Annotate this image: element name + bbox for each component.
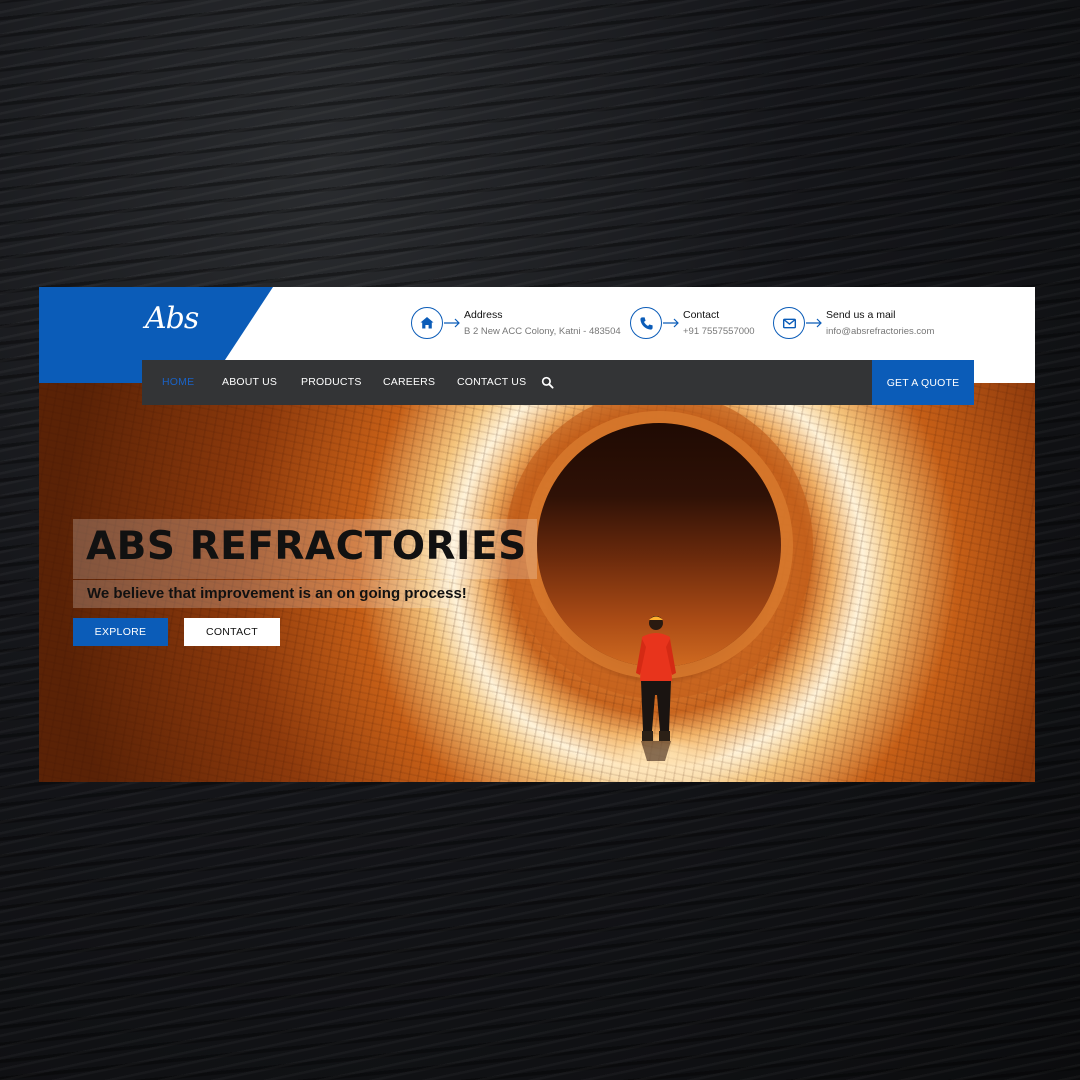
home-icon-circle [411,307,443,339]
envelope-icon-circle [773,307,805,339]
contact-button[interactable]: CONTACT [184,618,280,646]
mail-info: Send us a mail info@absrefractories.com [773,307,934,341]
envelope-icon [782,318,796,328]
contact-info: Contact +91 7557557000 [630,307,755,341]
main-nav: HOME ABOUT US PRODUCTS CAREERS CONTACT U… [142,360,974,405]
phone-icon [639,316,653,330]
arrow-right-icon [806,318,822,328]
contact-title: Contact [683,309,720,321]
address-info: Address B 2 New ACC Colony, Katni - 4835… [411,307,621,341]
website-screenshot: Abs Address B 2 New ACC Colony, Katni - … [39,287,1035,782]
address-value: B 2 New ACC Colony, Katni - 483504 [464,326,621,337]
logo[interactable]: Abs [145,301,199,336]
nav-item-about-us[interactable]: ABOUT US [222,360,277,405]
mail-title: Send us a mail [826,309,896,321]
address-title: Address [464,309,503,321]
worker-figure [636,616,676,761]
contact-value[interactable]: +91 7557557000 [683,325,755,339]
explore-button[interactable]: EXPLORE [73,618,168,646]
arrow-right-icon [444,318,460,328]
get-a-quote-button[interactable]: GET A QUOTE [872,360,974,405]
nav-item-home[interactable]: HOME [162,360,194,405]
hero-title: ABS REFRACTORIES [86,524,527,569]
nav-item-careers[interactable]: CAREERS [383,360,435,405]
hero-banner: ABS REFRACTORIES We believe that improve… [39,383,1035,782]
nav-item-contact-us[interactable]: CONTACT US [457,360,526,405]
arrow-right-icon [663,318,679,328]
search-icon[interactable] [541,376,554,389]
phone-icon-circle [630,307,662,339]
home-icon [420,317,434,329]
hero-subtitle: We believe that improvement is an on goi… [87,585,467,602]
nav-item-products[interactable]: PRODUCTS [301,360,362,405]
mail-value[interactable]: info@absrefractories.com [826,325,934,339]
